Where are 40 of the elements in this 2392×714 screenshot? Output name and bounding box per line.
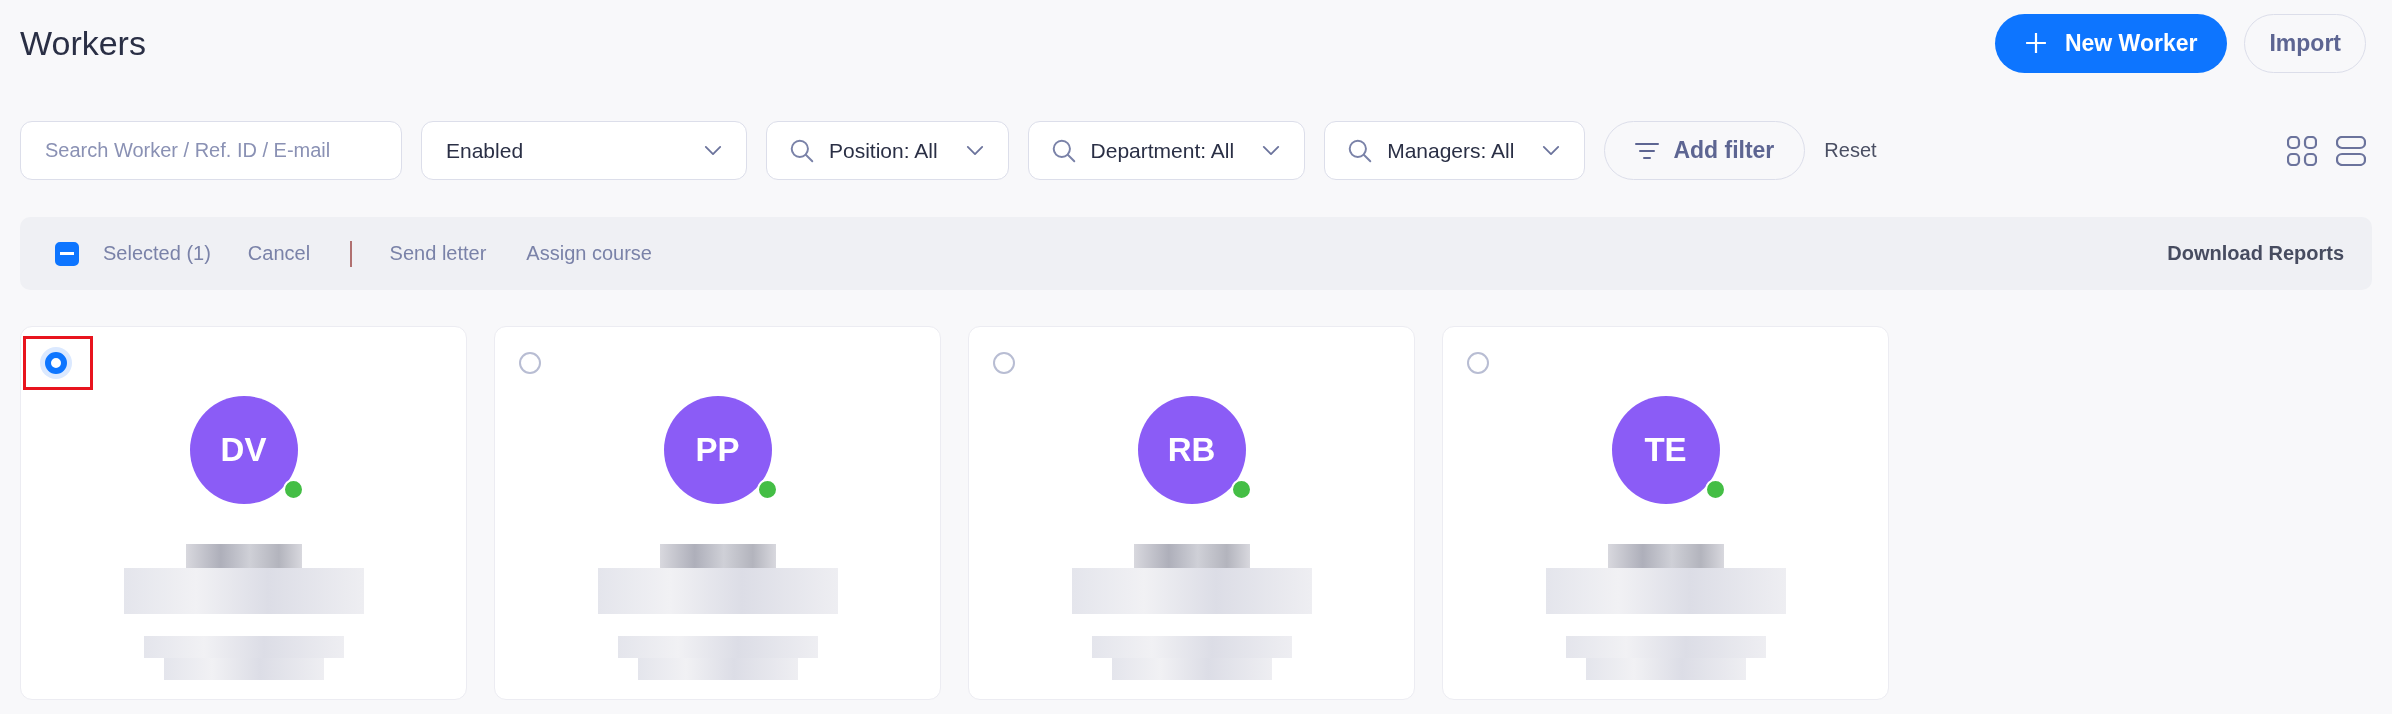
- cancel-link[interactable]: Cancel: [247, 242, 311, 265]
- search-icon: [1347, 137, 1374, 164]
- worker-card[interactable]: DV: [20, 326, 467, 700]
- download-reports-button[interactable]: Download Reports: [2167, 242, 2344, 265]
- bulk-action-link[interactable]: Send letter: [389, 242, 487, 265]
- filter-label: Position: All: [829, 138, 938, 163]
- select-radio[interactable]: [993, 352, 1015, 374]
- search-icon: [1050, 137, 1077, 164]
- page-title: Workers: [20, 23, 146, 63]
- filter-dropdown[interactable]: Managers: All: [1324, 121, 1586, 180]
- select-radio[interactable]: [1467, 352, 1489, 374]
- list-view-icon[interactable]: [2336, 135, 2366, 166]
- reset-button[interactable]: Reset: [1824, 139, 1877, 162]
- avatar-initials: PP: [695, 431, 740, 469]
- filter-icon: [1635, 141, 1660, 160]
- avatar-initials: DV: [220, 431, 267, 469]
- chevron-down-icon: [1542, 145, 1561, 156]
- avatar-initials: TE: [1644, 431, 1687, 469]
- chevron-down-icon: [1262, 145, 1281, 156]
- filter-dropdown[interactable]: Enabled: [421, 121, 747, 180]
- worker-card[interactable]: RB: [968, 326, 1415, 700]
- filter-dropdown[interactable]: Department: All: [1027, 121, 1306, 180]
- filter-dropdown[interactable]: Position: All: [766, 121, 1009, 180]
- selected-count: Selected (1): [103, 242, 211, 265]
- select-radio[interactable]: [519, 352, 541, 374]
- plus-icon: [2024, 32, 2047, 54]
- worker-card[interactable]: PP: [494, 326, 941, 700]
- new-worker-button[interactable]: New Worker: [1994, 13, 2228, 73]
- grid-view-icon[interactable]: [2287, 135, 2317, 166]
- filter-label: Managers: All: [1387, 138, 1515, 163]
- search-icon: [789, 137, 815, 164]
- bulk-action-link[interactable]: Assign course: [526, 242, 652, 265]
- search-field[interactable]: Search Worker / Ref. ID / E-mail: [20, 121, 402, 180]
- filter-label: Department: All: [1090, 138, 1235, 163]
- worker-card[interactable]: TE: [1442, 326, 1889, 700]
- chevron-down-icon: [704, 145, 722, 156]
- avatar-initials: RB: [1167, 431, 1216, 469]
- chevron-down-icon: [965, 145, 984, 156]
- select-all-checkbox[interactable]: [55, 241, 79, 266]
- filter-label: Enabled: [446, 138, 525, 163]
